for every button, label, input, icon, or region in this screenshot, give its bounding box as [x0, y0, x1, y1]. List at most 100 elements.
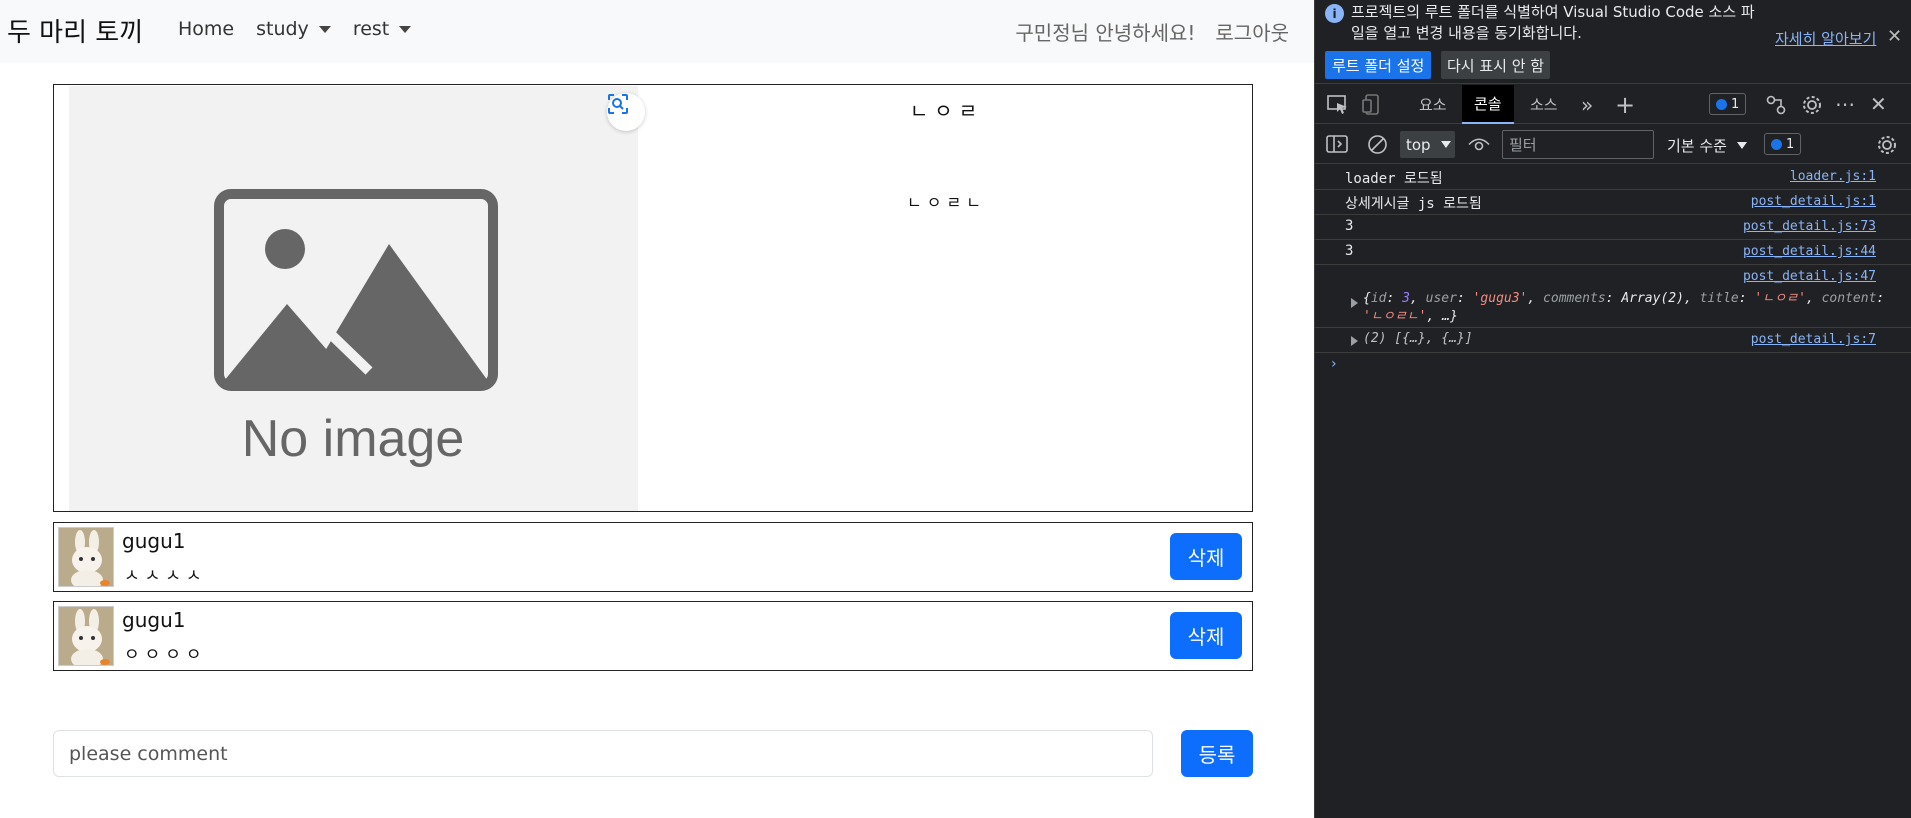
nav-rest-dropdown[interactable]: rest [352, 18, 412, 40]
tab-elements[interactable]: 요소 [1419, 85, 1447, 124]
source-link[interactable]: post_detail.js:73 [1743, 219, 1876, 234]
obj-key: title [1699, 291, 1739, 306]
logout-link[interactable]: 로그아웃 [1215, 17, 1289, 46]
delete-comment-button[interactable]: 삭제 [1170, 533, 1242, 580]
inspect-element-icon[interactable] [1327, 95, 1349, 115]
obj-value: 'ㄴㅇㄹ' [1754, 291, 1806, 306]
comment-text: ㅇㅇㅇㅇ [124, 645, 207, 665]
console-row: (2) [{…}, {…}] post_detail.js:7 [1315, 328, 1911, 353]
context-label: top [1406, 135, 1431, 154]
web-page: 두 마리 토끼 Home study rest 구민정님 안녕하세요! 로그아웃… [0, 0, 1314, 818]
rabbit-avatar-icon [59, 528, 113, 586]
console-output: loader 로드됨 loader.js:1 상세게시글 js 로드됨 post… [1315, 165, 1911, 353]
nav-study-label: study [256, 18, 309, 40]
obj-key: id [1370, 291, 1387, 306]
no-image-placeholder-icon: No image [214, 189, 498, 468]
chevron-down-icon [1440, 141, 1451, 148]
log-levels-dropdown[interactable]: 기본 수준 [1667, 135, 1747, 156]
console-message: 상세게시글 js 로드됨 [1345, 196, 1482, 212]
devtools-panel: i 프로젝트의 루트 폴더를 식별하여 Visual Studio Code 소… [1314, 0, 1911, 818]
console-row: 3 post_detail.js:44 [1315, 240, 1911, 265]
post-detail: No image ㄴㅇㄹ ㄴㅇㄹㄴ [53, 84, 1253, 512]
chevron-down-icon [318, 25, 331, 33]
info-icon: i [1325, 4, 1344, 23]
comment-item: gugu1 ㅅㅅㅅㅅ 삭제 [53, 522, 1253, 592]
issues-badge[interactable]: 1 [1709, 93, 1747, 115]
log-levels-label: 기본 수준 [1667, 137, 1727, 155]
infobar-message: 프로젝트의 루트 폴더를 식별하여 Visual Studio Code 소스 … [1351, 3, 1755, 42]
issues-count: 1 [1731, 96, 1740, 112]
issues-badge[interactable]: 1 [1764, 133, 1802, 155]
console-filter-input[interactable]: 필터 [1502, 130, 1654, 159]
source-link[interactable]: post_detail.js:7 [1751, 332, 1876, 347]
delete-comment-button[interactable]: 삭제 [1170, 612, 1242, 659]
more-tabs-icon[interactable]: » [1581, 85, 1593, 124]
greeting-text: 구민정님 안녕하세요! [1015, 21, 1196, 45]
obj-value: Array(2) [1621, 291, 1684, 306]
comment-item: gugu1 ㅇㅇㅇㅇ 삭제 [53, 601, 1253, 671]
avatar [58, 527, 114, 587]
console-row: loader 로드됨 loader.js:1 [1315, 165, 1911, 190]
source-link[interactable]: post_detail.js:47 [1743, 269, 1876, 284]
console-toolbar: top 필터 기본 수준 1 [1315, 125, 1911, 164]
add-tab-icon[interactable]: + [1615, 85, 1635, 124]
learn-more-link[interactable]: 자세히 알아보기 [1775, 28, 1876, 49]
comment-user: gugu1 [122, 608, 186, 632]
nav-rest-label: rest [352, 18, 390, 40]
set-root-folder-button[interactable]: 루트 폴더 설정 [1325, 51, 1432, 79]
performance-insights-icon[interactable] [1765, 94, 1787, 116]
comment-input[interactable]: please comment [53, 730, 1153, 777]
obj-key: content [1821, 291, 1877, 306]
console-message: 3 [1345, 218, 1354, 234]
obj-value: 3 [1402, 291, 1410, 306]
devtools-tabbar: 요소 콘솔 소스 » + 1 ⋯ ✕ [1315, 85, 1911, 124]
obj-value: 'ㄴㅇㄹㄴ' [1363, 309, 1427, 324]
nav-right: 구민정님 안녕하세요! 로그아웃 [1015, 17, 1289, 46]
device-toolbar-icon[interactable] [1362, 94, 1382, 115]
live-expression-eye-icon[interactable] [1468, 137, 1490, 152]
visual-search-icon [608, 94, 628, 114]
post-image: No image [69, 86, 645, 511]
nav-home[interactable]: Home [178, 18, 234, 40]
nav-links: Home study rest [178, 18, 412, 40]
console-message: (2) [{…}, {…}] [1363, 331, 1473, 346]
obj-key: comments [1543, 291, 1606, 306]
console-settings-icon[interactable] [1876, 134, 1898, 156]
console-prompt[interactable]: › [1331, 356, 1337, 372]
rabbit-avatar-icon [59, 607, 113, 665]
message-icon [1716, 98, 1727, 110]
console-row: 3 post_detail.js:73 [1315, 215, 1911, 240]
clear-console-icon[interactable] [1367, 134, 1388, 155]
close-icon[interactable]: ✕ [1887, 26, 1902, 47]
console-row: post_detail.js:47 {id: 3, user: 'gugu3',… [1315, 265, 1911, 328]
console-message: 3 [1345, 243, 1354, 259]
console-message: loader 로드됨 [1345, 171, 1443, 187]
expand-triangle-icon[interactable] [1351, 336, 1358, 346]
nav-study-dropdown[interactable]: study [256, 18, 331, 40]
obj-key: user [1425, 291, 1457, 306]
settings-gear-icon[interactable] [1801, 94, 1823, 116]
chevron-down-icon [1736, 142, 1747, 149]
devtools-infobar: i 프로젝트의 루트 폴더를 식별하여 Visual Studio Code 소… [1315, 0, 1911, 84]
tab-console[interactable]: 콘솔 [1462, 85, 1514, 124]
brand-logo[interactable]: 두 마리 토끼 [7, 12, 143, 49]
source-link[interactable]: post_detail.js:44 [1743, 244, 1876, 259]
sidebar-toggle-icon[interactable] [1326, 135, 1348, 153]
source-link[interactable]: post_detail.js:1 [1751, 194, 1876, 209]
more-options-icon[interactable]: ⋯ [1835, 92, 1855, 116]
navbar: 두 마리 토끼 Home study rest 구민정님 안녕하세요! 로그아웃 [0, 0, 1314, 63]
message-icon [1771, 138, 1782, 150]
post-title: ㄴㅇㄹ [909, 99, 984, 123]
comment-user: gugu1 [122, 529, 186, 553]
obj-value: 'gugu3' [1472, 291, 1528, 306]
tab-sources[interactable]: 소스 [1530, 85, 1558, 124]
context-selector[interactable]: top [1400, 131, 1455, 158]
dont-show-again-button[interactable]: 다시 표시 안 함 [1441, 51, 1551, 79]
submit-comment-button[interactable]: 등록 [1181, 730, 1253, 777]
close-devtools-icon[interactable]: ✕ [1870, 92, 1887, 116]
obj-ellipsis: … [1442, 309, 1450, 324]
avatar [58, 606, 114, 666]
object-preview[interactable]: {id: 3, user: 'gugu3', comments: Array(2… [1363, 290, 1903, 326]
source-link[interactable]: loader.js:1 [1790, 169, 1876, 184]
expand-triangle-icon[interactable] [1351, 298, 1358, 308]
